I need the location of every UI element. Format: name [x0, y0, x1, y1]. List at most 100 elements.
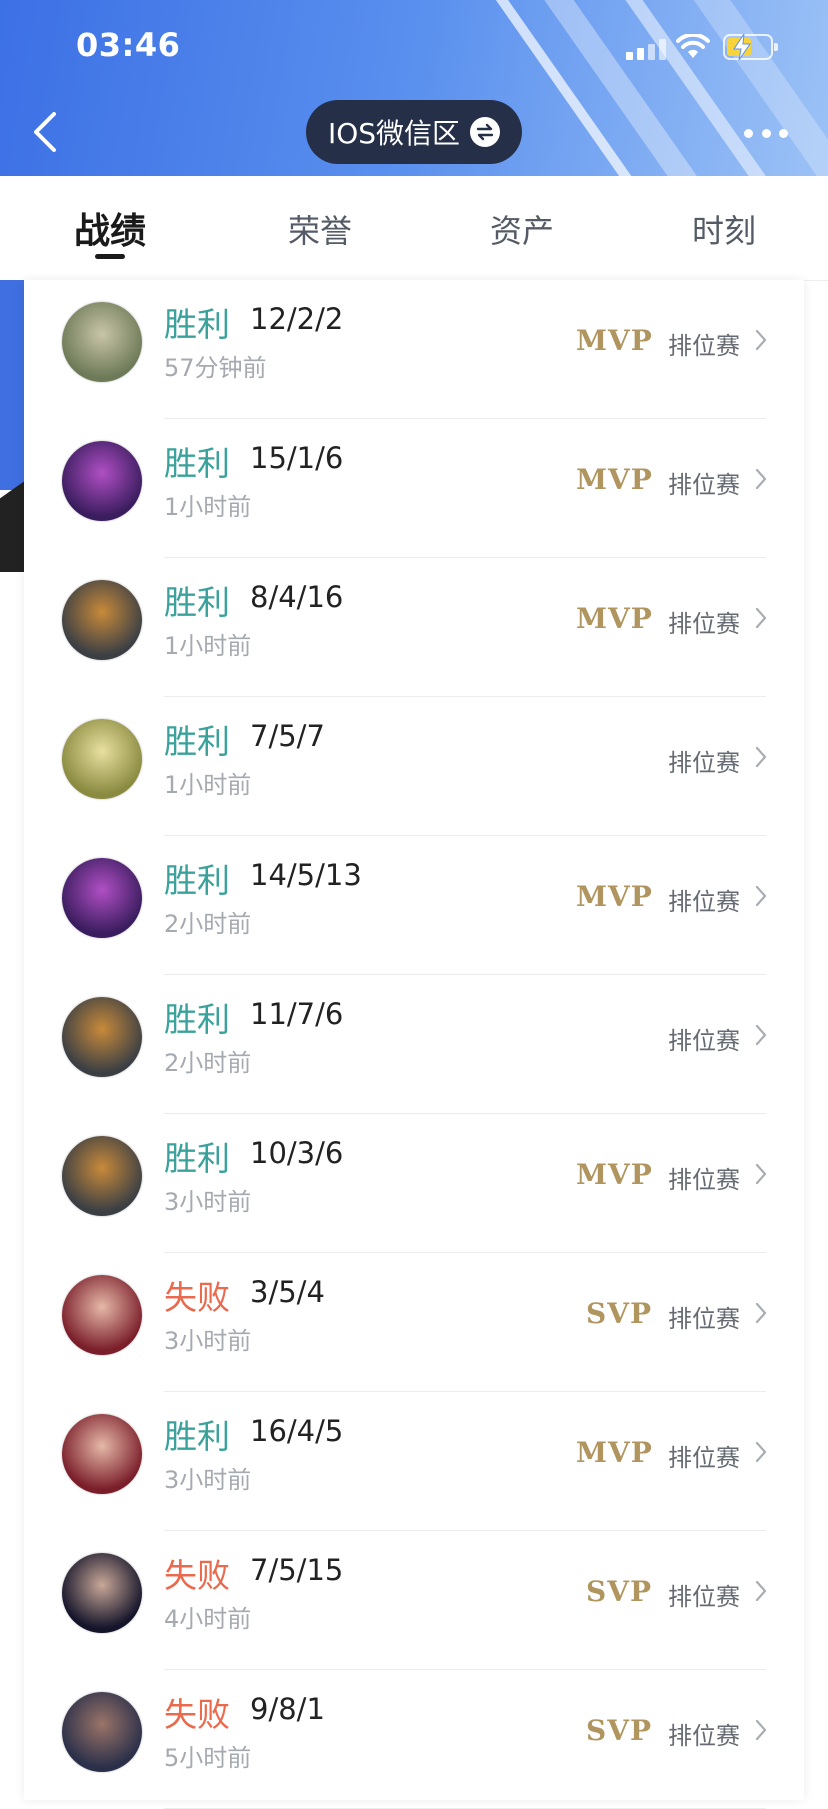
tab-label: 荣誉	[288, 212, 353, 250]
tab-zhanji[interactable]: 战绩	[72, 202, 148, 259]
kda-score: 16/4/5	[250, 1414, 344, 1448]
match-time: 57分钟前	[164, 354, 267, 382]
match-result: 失败	[164, 1695, 230, 1734]
game-mode-label: 排位赛	[668, 749, 740, 777]
kda-score: 14/5/13	[250, 858, 362, 892]
match-result: 胜利	[164, 583, 230, 622]
kda-score: 9/8/1	[250, 1692, 325, 1726]
match-time: 4小时前	[164, 1605, 252, 1633]
chevron-right-icon	[755, 1719, 767, 1741]
hero-avatar-icon	[62, 1136, 142, 1216]
chevron-right-icon	[755, 1441, 767, 1463]
mvp-badge: MVP	[576, 324, 653, 357]
background-decoration	[0, 480, 26, 572]
header-decoration	[688, 0, 828, 176]
chevron-right-icon	[755, 1302, 767, 1324]
region-switch-button[interactable]: IOS微信区	[306, 100, 522, 164]
hero-avatar-icon	[62, 719, 142, 799]
match-time: 1小时前	[164, 632, 252, 660]
match-time: 3小时前	[164, 1327, 252, 1355]
game-mode-label: 排位赛	[668, 1166, 740, 1194]
kda-score: 8/4/16	[250, 580, 344, 614]
status-bar-time: 03:46	[76, 26, 181, 64]
hero-avatar-icon	[62, 997, 142, 1077]
svp-badge: SVP	[586, 1714, 652, 1747]
hero-avatar-icon	[62, 441, 142, 521]
kda-score: 12/2/2	[250, 302, 344, 336]
kda-score: 7/5/7	[250, 719, 325, 753]
match-row[interactable]: 胜利 14/5/13 2小时前 MVP 排位赛	[24, 836, 804, 975]
kda-score: 3/5/4	[250, 1275, 325, 1309]
mvp-badge: MVP	[576, 1436, 653, 1469]
game-mode-label: 排位赛	[668, 888, 740, 916]
match-row[interactable]: 胜利 16/4/5 3小时前 MVP 排位赛	[24, 1392, 804, 1531]
tab-rongyu[interactable]: 荣誉	[288, 206, 352, 252]
chevron-right-icon	[755, 885, 767, 907]
match-row[interactable]: 胜利 15/1/6 1小时前 MVP 排位赛	[24, 419, 804, 558]
game-mode-label: 排位赛	[668, 1305, 740, 1333]
match-result: 胜利	[164, 444, 230, 483]
svp-badge: SVP	[586, 1575, 652, 1608]
mvp-badge: MVP	[576, 880, 653, 913]
match-row[interactable]: 失败 3/5/4 3小时前 SVP 排位赛	[24, 1253, 804, 1392]
match-row[interactable]: 胜利 11/7/6 2小时前 排位赛	[24, 975, 804, 1114]
chevron-right-icon	[755, 607, 767, 629]
hero-avatar-icon	[62, 1553, 142, 1633]
chevron-right-icon	[755, 329, 767, 351]
match-result: 胜利	[164, 305, 230, 344]
region-label: IOS微信区	[327, 117, 461, 150]
kda-score: 10/3/6	[250, 1136, 344, 1170]
game-mode-label: 排位赛	[668, 1722, 740, 1750]
game-mode-label: 排位赛	[668, 471, 740, 499]
wifi-icon	[676, 34, 710, 58]
match-row[interactable]: 失败 9/8/1 5小时前 SVP 排位赛	[24, 1670, 804, 1809]
match-time: 2小时前	[164, 1049, 252, 1077]
tab-bar: 战绩 荣誉 资产 时刻	[0, 176, 828, 281]
chevron-right-icon	[755, 1024, 767, 1046]
match-result: 胜利	[164, 1417, 230, 1456]
tab-zichan[interactable]: 资产	[490, 206, 554, 252]
active-tab-indicator	[95, 254, 125, 259]
match-row[interactable]: 胜利 10/3/6 3小时前 MVP 排位赛	[24, 1114, 804, 1253]
game-mode-label: 排位赛	[668, 332, 740, 360]
chevron-right-icon	[755, 746, 767, 768]
match-row[interactable]: 失败 7/5/15 4小时前 SVP 排位赛	[24, 1531, 804, 1670]
tab-label: 时刻	[692, 212, 757, 250]
tab-shike[interactable]: 时刻	[692, 206, 756, 252]
app-header: 03:46 IOS微信区	[0, 0, 828, 176]
match-time: 5小时前	[164, 1744, 252, 1772]
tab-label: 资产	[490, 212, 555, 250]
match-row[interactable]: 胜利 12/2/2 57分钟前 MVP 排位赛	[24, 280, 804, 419]
mvp-badge: MVP	[576, 602, 653, 635]
background-decoration	[0, 280, 26, 490]
svp-badge: SVP	[586, 1297, 652, 1330]
match-time: 2小时前	[164, 910, 252, 938]
hero-avatar-icon	[62, 302, 142, 382]
hero-avatar-icon	[62, 580, 142, 660]
match-result: 胜利	[164, 861, 230, 900]
mvp-badge: MVP	[576, 1158, 653, 1191]
match-history-list: 胜利 12/2/2 57分钟前 MVP 排位赛 胜利 15/1/6 1小时前 MVP 排位赛 胜利 8…	[24, 280, 804, 1809]
tab-label: 战绩	[73, 211, 146, 252]
match-result: 胜利	[164, 1139, 230, 1178]
back-arrow-icon[interactable]	[28, 108, 68, 156]
hero-avatar-icon	[62, 1275, 142, 1355]
match-result: 胜利	[164, 722, 230, 761]
match-result: 胜利	[164, 1000, 230, 1039]
kda-score: 15/1/6	[250, 441, 344, 475]
kda-score: 11/7/6	[250, 997, 344, 1031]
hero-avatar-icon	[62, 1692, 142, 1772]
match-time: 1小时前	[164, 771, 252, 799]
swap-icon	[470, 117, 501, 147]
chevron-right-icon	[755, 1163, 767, 1185]
match-result: 失败	[164, 1556, 230, 1595]
hero-avatar-icon	[62, 858, 142, 938]
more-menu-icon[interactable]	[744, 124, 788, 142]
game-mode-label: 排位赛	[668, 1444, 740, 1472]
chevron-right-icon	[755, 1580, 767, 1602]
match-row[interactable]: 胜利 7/5/7 1小时前 排位赛	[24, 697, 804, 836]
match-time: 1小时前	[164, 493, 252, 521]
battery-icon	[723, 33, 778, 61]
match-row[interactable]: 胜利 8/4/16 1小时前 MVP 排位赛	[24, 558, 804, 697]
match-time: 3小时前	[164, 1466, 252, 1494]
